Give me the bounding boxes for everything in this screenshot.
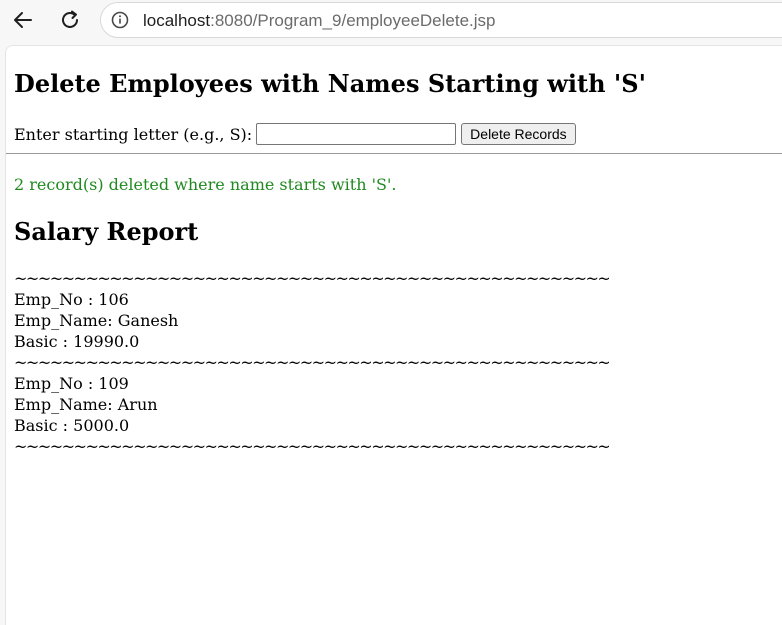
- report-heading: Salary Report: [14, 217, 199, 246]
- page-viewport: Delete Employees with Names Starting wit…: [5, 45, 782, 625]
- page-title: Delete Employees with Names Starting wit…: [14, 69, 646, 98]
- site-info-icon[interactable]: [111, 11, 129, 29]
- emp-basic: Basic : 5000.0: [14, 416, 130, 435]
- browser-toolbar: localhost:8080/Program_9/employeeDelete.…: [0, 0, 782, 44]
- report-separator: ~~~~~~~~~~~~~~~~~~~~~~~~~~~~~~~~~~~~~~~~…: [14, 437, 609, 456]
- report-separator: ~~~~~~~~~~~~~~~~~~~~~~~~~~~~~~~~~~~~~~~~…: [14, 269, 609, 288]
- starting-letter-label: Enter starting letter (e.g., S):: [14, 124, 253, 144]
- emp-name: Emp_Name: Arun: [14, 395, 158, 414]
- report-separator: ~~~~~~~~~~~~~~~~~~~~~~~~~~~~~~~~~~~~~~~~…: [14, 353, 609, 372]
- starting-letter-input[interactable]: [256, 123, 457, 145]
- report-record: Emp_No : 109 Emp_Name: Arun Basic : 5000…: [14, 373, 614, 436]
- status-message: 2 record(s) deleted where name starts wi…: [14, 175, 397, 194]
- url-host: localhost: [143, 11, 211, 30]
- back-arrow-icon[interactable]: [8, 5, 38, 35]
- report-record: Emp_No : 106 Emp_Name: Ganesh Basic : 19…: [14, 289, 614, 352]
- delete-records-button[interactable]: Delete Records: [461, 123, 576, 145]
- divider: [6, 153, 782, 154]
- emp-basic: Basic : 19990.0: [14, 332, 140, 351]
- reload-icon[interactable]: [55, 5, 85, 35]
- address-bar[interactable]: localhost:8080/Program_9/employeeDelete.…: [100, 2, 782, 38]
- emp-name: Emp_Name: Ganesh: [14, 311, 179, 330]
- emp-no: Emp_No : 109: [14, 374, 129, 393]
- emp-no: Emp_No : 106: [14, 290, 129, 309]
- address-url[interactable]: localhost:8080/Program_9/employeeDelete.…: [143, 11, 496, 31]
- url-path: :8080/Program_9/employeeDelete.jsp: [210, 11, 496, 30]
- delete-form: Enter starting letter (e.g., S): Delete …: [14, 122, 576, 146]
- salary-report: ~~~~~~~~~~~~~~~~~~~~~~~~~~~~~~~~~~~~~~~~…: [14, 268, 614, 457]
